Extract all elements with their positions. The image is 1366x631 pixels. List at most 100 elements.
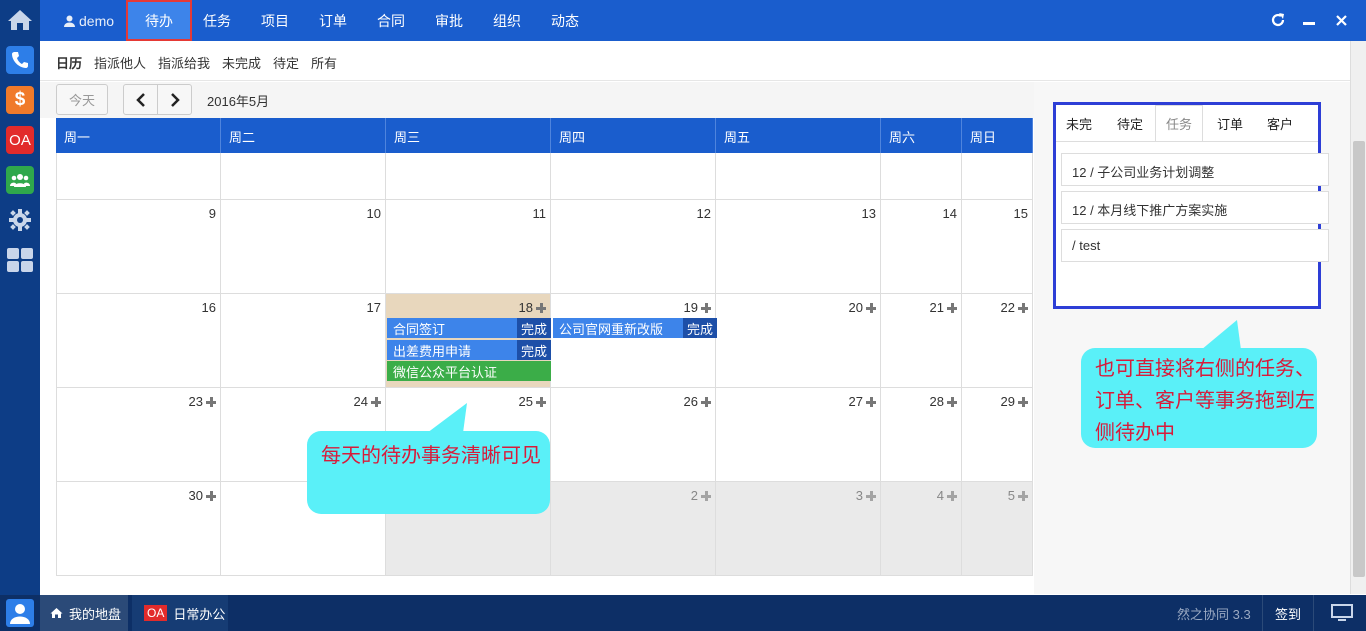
weekday-header: 周四 [551,118,716,153]
prev-month-button[interactable] [123,84,158,115]
day-cell[interactable]: 20 [716,294,881,388]
day-cell[interactable]: 15 [962,200,1033,294]
day-cell[interactable]: 16 [56,294,221,388]
add-icon[interactable] [701,396,711,407]
event-item[interactable]: 公司官网重新改版 完成 [553,318,717,338]
phone-button[interactable] [6,46,34,74]
day-cell[interactable]: 12 [551,200,716,294]
task-item[interactable]: 12 / 本月线下推广方案实施 [1061,191,1329,224]
refresh-button[interactable] [1269,11,1287,29]
task-item[interactable]: / test [1061,229,1329,262]
day-number-text: 22 [1000,300,1015,315]
add-icon[interactable] [701,302,711,313]
nav-projects[interactable]: 项目 [254,0,296,41]
day-cell-other-month[interactable]: 4 [881,482,962,576]
day-cell[interactable]: 10 [221,200,386,294]
close-button[interactable] [1332,11,1350,29]
minimize-button[interactable] [1300,11,1318,29]
add-icon[interactable] [947,302,957,313]
day-cell[interactable]: 27 [716,388,881,482]
subnav-pending[interactable]: 待定 [273,53,299,72]
add-icon[interactable] [866,302,876,313]
subnav-all[interactable]: 所有 [311,53,337,72]
day-cell[interactable]: 30 [56,482,221,576]
subnav-assigned-others[interactable]: 指派他人 [94,53,146,72]
add-icon[interactable] [206,490,216,501]
day-cell[interactable] [962,153,1033,200]
add-icon[interactable] [1018,302,1028,313]
day-cell[interactable]: 19 [551,294,716,388]
refresh-icon [1271,13,1285,27]
user-avatar[interactable] [6,599,34,627]
add-icon[interactable] [536,302,546,313]
day-cell[interactable]: 28 [881,388,962,482]
day-cell[interactable]: 17 [221,294,386,388]
oa-button[interactable]: OA [6,126,34,154]
settings-button[interactable] [6,206,34,234]
tab-customers[interactable]: 客户 [1256,105,1304,141]
day-cell-other-month[interactable]: 3 [716,482,881,576]
nav-feed[interactable]: 动态 [544,0,586,41]
add-icon[interactable] [701,490,711,501]
task-item[interactable]: 12 / 子公司业务计划调整 [1061,153,1329,186]
event-item[interactable]: 合同签订 完成 [387,318,551,338]
today-button[interactable]: 今天 [56,84,108,115]
nav-todo[interactable]: 待办 [126,0,192,41]
add-icon[interactable] [947,490,957,501]
day-cell[interactable]: 26 [551,388,716,482]
day-cell[interactable]: 11 [386,200,551,294]
add-icon[interactable] [866,490,876,501]
event-item[interactable]: 出差费用申请 完成 [387,340,551,360]
add-icon[interactable] [866,396,876,407]
tab-pending[interactable]: 待定 [1106,105,1154,141]
day-cell[interactable]: 14 [881,200,962,294]
vertical-scrollbar[interactable] [1350,41,1366,594]
day-cell[interactable] [56,153,221,200]
event-item[interactable]: 微信公众平台认证 [387,361,551,381]
apps-button[interactable] [6,246,34,274]
signin-button[interactable]: 签到 [1262,595,1314,631]
nav-tasks[interactable]: 任务 [196,0,238,41]
add-icon[interactable] [206,396,216,407]
day-cell[interactable]: 23 [56,388,221,482]
day-cell[interactable] [881,153,962,200]
day-cell[interactable]: 22 [962,294,1033,388]
home-button[interactable] [0,0,40,40]
add-icon[interactable] [1018,396,1028,407]
nav-approval[interactable]: 审批 [428,0,470,41]
nav-orders[interactable]: 订单 [312,0,354,41]
day-cell[interactable]: 29 [962,388,1033,482]
day-cell[interactable] [221,153,386,200]
add-icon[interactable] [1018,490,1028,501]
taskbar-daily-office[interactable]: OA 日常办公 [132,595,228,631]
finance-button[interactable]: $ [6,86,34,114]
day-cell-other-month[interactable]: 5 [962,482,1033,576]
day-cell[interactable]: 13 [716,200,881,294]
user-menu[interactable]: demo [64,0,114,41]
day-cell[interactable] [386,153,551,200]
team-button[interactable] [6,166,34,194]
subnav-assigned-me[interactable]: 指派给我 [158,53,210,72]
day-cell[interactable] [716,153,881,200]
day-number: 13 [861,206,876,221]
nav-contracts[interactable]: 合同 [370,0,412,41]
add-icon[interactable] [371,396,381,407]
tab-orders[interactable]: 订单 [1206,105,1254,141]
nav-org[interactable]: 组织 [486,0,528,41]
day-cell[interactable]: 9 [56,200,221,294]
tab-unfinished[interactable]: 未完 [1056,105,1102,141]
day-cell[interactable] [551,153,716,200]
subnav-calendar[interactable]: 日历 [56,53,82,72]
day-cell[interactable]: 21 [881,294,962,388]
people-icon [10,174,30,187]
add-icon[interactable] [536,396,546,407]
add-icon[interactable] [947,396,957,407]
nav-label: 任务 [203,12,231,29]
taskbar-my-space[interactable]: 我的地盘 [40,595,128,631]
desktop-button[interactable] [1328,595,1356,631]
subnav-unfinished[interactable]: 未完成 [222,53,261,72]
day-cell-other-month[interactable]: 2 [551,482,716,576]
tab-tasks[interactable]: 任务 [1155,105,1203,141]
scrollbar-thumb[interactable] [1353,141,1365,577]
next-month-button[interactable] [157,84,192,115]
